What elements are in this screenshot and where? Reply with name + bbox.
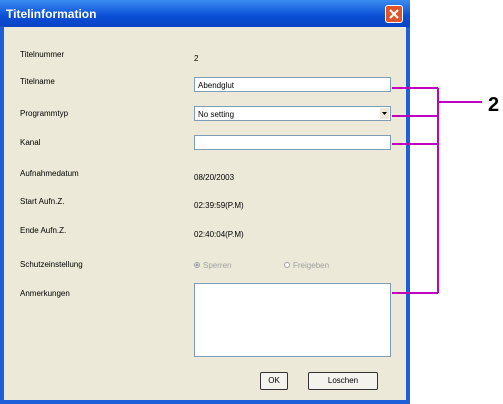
anmerkungen-label: Anmerkungen bbox=[20, 289, 70, 298]
close-icon bbox=[389, 9, 399, 19]
kanal-label: Kanal bbox=[20, 138, 41, 147]
radio-dot-icon bbox=[195, 263, 199, 267]
freigeben-radio[interactable] bbox=[284, 262, 290, 268]
titelnummer-value: 2 bbox=[194, 54, 199, 63]
schutz-label: Schutzeinstellung bbox=[20, 260, 83, 269]
chevron-down-icon bbox=[382, 112, 387, 115]
titelnummer-label: Titelnummer bbox=[20, 50, 65, 59]
dialog-body: Titelnummer 2 Titelname Abendglut Progra… bbox=[4, 27, 406, 400]
ok-button[interactable]: OK bbox=[260, 372, 288, 390]
dialog-title: Titelinformation bbox=[6, 7, 97, 21]
close-button[interactable] bbox=[385, 5, 403, 23]
kanal-field[interactable] bbox=[194, 135, 391, 150]
start-label: Start Aufn.Z. bbox=[20, 197, 65, 206]
dialog-window: Titelinformation Titelnummer 2 Titelname… bbox=[0, 0, 410, 404]
programmtyp-value: No setting bbox=[198, 110, 235, 119]
ende-label: Ende Aufn.Z. bbox=[20, 226, 67, 235]
title-bar[interactable]: Titelinformation bbox=[0, 0, 410, 27]
titelname-field[interactable]: Abendglut bbox=[194, 77, 391, 92]
sperren-radio[interactable] bbox=[194, 262, 200, 268]
programmtyp-label: Programmtyp bbox=[20, 109, 69, 118]
anmerkungen-textarea[interactable] bbox=[194, 283, 391, 357]
titelname-label: Titelname bbox=[20, 77, 55, 86]
aufnahmedatum-label: Aufnahmedatum bbox=[20, 169, 79, 178]
programmtyp-select[interactable]: No setting bbox=[194, 106, 391, 121]
ende-value: 02:40:04(P.M) bbox=[194, 230, 244, 239]
dropdown-button[interactable] bbox=[380, 108, 389, 119]
callout-number: 2 bbox=[488, 94, 500, 116]
sperren-label: Sperren bbox=[203, 261, 232, 270]
loschen-button[interactable]: Loschen bbox=[308, 372, 378, 390]
freigeben-label: Freigeben bbox=[293, 261, 330, 270]
aufnahmedatum-value: 08/20/2003 bbox=[194, 173, 235, 182]
start-value: 02:39:59(P.M) bbox=[194, 201, 244, 210]
